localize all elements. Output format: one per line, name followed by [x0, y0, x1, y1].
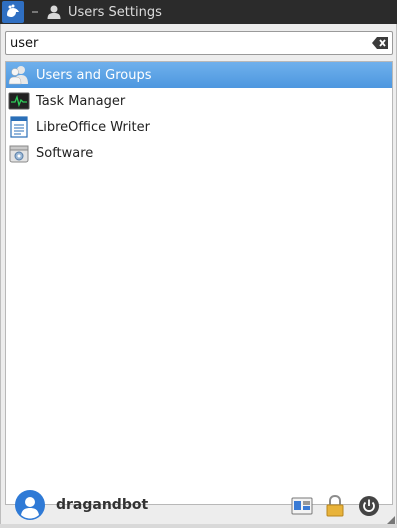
panel-separator: [32, 11, 38, 13]
users-icon: [8, 64, 30, 86]
top-panel: Users Settings: [0, 0, 397, 24]
username: dragandbot: [56, 497, 149, 513]
search-box: [5, 31, 393, 55]
result-label: Users and Groups: [36, 67, 152, 83]
user-icon: [47, 5, 61, 19]
settings-manager-icon: [291, 497, 313, 515]
result-label: Software: [36, 145, 94, 161]
resize-grip[interactable]: [387, 513, 395, 524]
lock-icon: [326, 495, 344, 517]
clear-icon: [372, 37, 388, 49]
result-item-task-manager[interactable]: Task Manager: [6, 88, 392, 114]
xfce-mouse-icon: [7, 4, 19, 17]
clear-search-button[interactable]: [372, 36, 389, 50]
taskbar-item-users-settings[interactable]: Users Settings: [46, 4, 162, 20]
menu-footer: dragandbot: [1, 486, 397, 524]
whisker-menu-button[interactable]: [2, 1, 24, 23]
resize-grip-icon: [387, 516, 395, 524]
log-out-button[interactable]: [357, 494, 381, 518]
power-icon: [359, 496, 379, 516]
result-label: Task Manager: [36, 93, 126, 109]
task-manager-icon: [8, 90, 30, 112]
lock-screen-button[interactable]: [323, 494, 347, 518]
settings-manager-button[interactable]: [290, 494, 314, 518]
result-item-libreoffice-writer[interactable]: LibreOffice Writer: [6, 114, 392, 140]
user-avatar-icon: [16, 491, 44, 519]
result-label: LibreOffice Writer: [36, 119, 150, 135]
application-menu: Users and Groups Task Manager: [0, 24, 397, 524]
result-item-software[interactable]: Software: [6, 140, 392, 166]
search-input[interactable]: [10, 34, 360, 52]
software-icon: [8, 142, 30, 164]
avatar[interactable]: [15, 490, 45, 520]
search-results-list: Users and Groups Task Manager LibreOffic…: [5, 61, 393, 505]
writer-icon: [8, 116, 30, 138]
result-item-users-and-groups[interactable]: Users and Groups: [6, 62, 392, 88]
taskbar-item-label: Users Settings: [68, 4, 162, 20]
